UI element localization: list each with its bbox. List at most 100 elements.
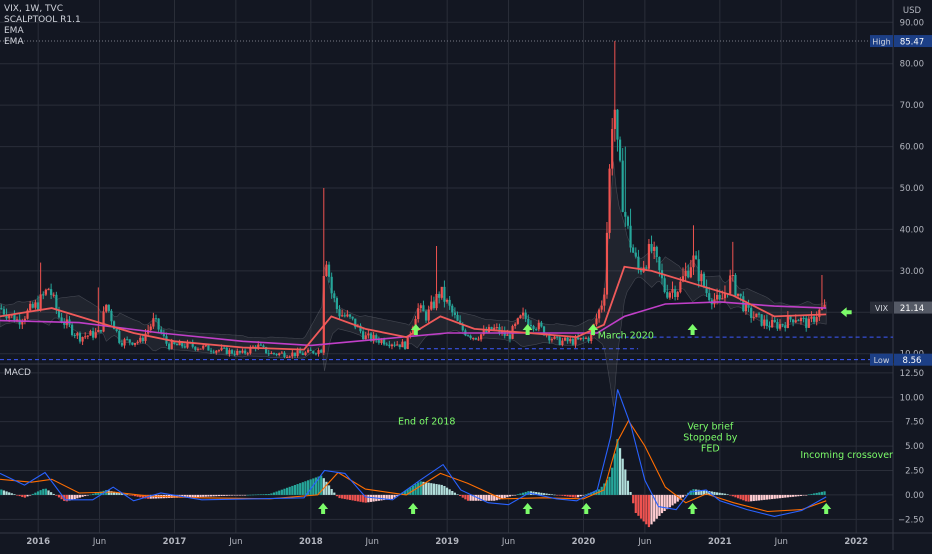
indicator-ema-2[interactable]: EMA — [4, 37, 81, 48]
candle-body — [786, 315, 789, 328]
candle-body — [306, 349, 310, 353]
histogram-bar — [624, 469, 627, 495]
candle-body — [380, 339, 383, 343]
price-tick-label: 60.00 — [900, 143, 924, 153]
candle-body — [18, 319, 21, 325]
candle-body — [634, 252, 637, 257]
chart-container[interactable]: End of 2018 March 2020 Very brief Stopped b… — [0, 0, 932, 550]
candle-body — [797, 320, 800, 322]
time-tick-label: Jun — [637, 537, 651, 547]
candle-body — [532, 326, 535, 330]
histogram-bar — [435, 484, 438, 495]
candle-body — [495, 327, 498, 329]
time-tick-label: Jun — [365, 537, 379, 547]
histogram-bar — [228, 494, 231, 496]
candle-body — [763, 319, 766, 326]
candle-body — [577, 337, 580, 340]
histogram-bar — [417, 482, 420, 495]
candle-body — [430, 301, 433, 310]
histogram-bar — [18, 494, 21, 497]
vix-weekly-chart[interactable]: End of 2018 March 2020 Very briefStopped b… — [0, 0, 932, 550]
histogram-bar — [579, 494, 582, 497]
candle-body — [338, 309, 341, 317]
candle-body — [312, 350, 315, 354]
candle-body — [341, 315, 344, 317]
macd-tick-label: 5.00 — [905, 442, 924, 452]
macd-tick-label: 10.00 — [900, 393, 924, 403]
candle-body — [684, 270, 687, 277]
indicator-scalptool[interactable]: SCALPTOOL R1.1 — [4, 15, 81, 26]
histogram-bar — [645, 494, 648, 525]
histogram-bar — [807, 494, 810, 496]
candle-body — [810, 316, 813, 319]
candle-body — [267, 353, 270, 355]
histogram-bar — [792, 494, 795, 497]
candle-body — [390, 344, 394, 347]
candle-body — [351, 316, 354, 319]
histogram-bar — [380, 494, 383, 501]
candle-body — [535, 329, 538, 331]
histogram-bar — [694, 489, 698, 495]
candle-body — [86, 335, 89, 337]
histogram-bar — [763, 494, 766, 500]
histogram-bar — [729, 494, 732, 496]
candle-body — [524, 312, 527, 319]
histogram-bar — [453, 492, 456, 495]
candle-body — [42, 294, 45, 296]
candle-body — [393, 344, 396, 346]
candle-body — [36, 302, 40, 311]
candle-body — [288, 356, 291, 358]
candle-body — [236, 350, 239, 355]
histogram-bar — [618, 448, 622, 495]
histogram-bar — [550, 494, 553, 495]
candle-body — [105, 304, 108, 312]
histogram-bar — [94, 493, 97, 495]
candle-body — [674, 289, 677, 297]
histogram-bar — [356, 494, 359, 502]
candle-body — [553, 336, 556, 340]
candle-body — [259, 344, 262, 346]
histogram-bar — [424, 482, 428, 495]
histogram-bar — [299, 483, 302, 495]
candle-body — [608, 168, 611, 233]
histogram-bar — [666, 494, 669, 510]
histogram-bar — [57, 494, 61, 498]
candle-body — [89, 331, 92, 336]
histogram-bar — [812, 493, 816, 495]
histogram-bar — [65, 494, 68, 502]
candle-body — [157, 318, 160, 330]
histogram-bar — [194, 494, 197, 498]
candle-body — [802, 318, 805, 320]
candle-body — [107, 304, 110, 311]
candle-body — [102, 311, 105, 332]
candle-body — [812, 316, 816, 322]
candle-body — [736, 293, 740, 296]
candle-body — [663, 278, 666, 293]
price-candle — [406, 336, 409, 350]
macd-pane-title: MACD — [4, 368, 31, 378]
histogram-bar — [621, 458, 624, 495]
histogram-bar — [73, 494, 76, 500]
price-tag-value: 21.14 — [900, 304, 924, 314]
histogram-bar — [215, 494, 218, 497]
histogram-bar — [548, 493, 551, 495]
histogram-bar — [558, 494, 561, 496]
histogram-bar — [818, 492, 821, 495]
histogram-bar — [771, 494, 774, 500]
histogram-bar — [39, 490, 42, 495]
candle-body — [647, 243, 651, 269]
candle-body — [78, 333, 82, 342]
histogram-bar — [367, 494, 370, 503]
candle-body — [778, 324, 782, 329]
candle-body — [424, 311, 428, 321]
indicator-ema-1[interactable]: EMA — [4, 26, 81, 37]
histogram-bar — [490, 494, 493, 501]
histogram-bar — [390, 494, 394, 499]
histogram-bar — [217, 494, 221, 497]
candle-body — [149, 326, 152, 331]
time-tick-label: 2021 — [708, 537, 732, 547]
candle-body — [94, 332, 97, 338]
candle-body — [383, 339, 386, 345]
histogram-bar — [629, 491, 632, 495]
histogram-bar — [658, 494, 661, 516]
